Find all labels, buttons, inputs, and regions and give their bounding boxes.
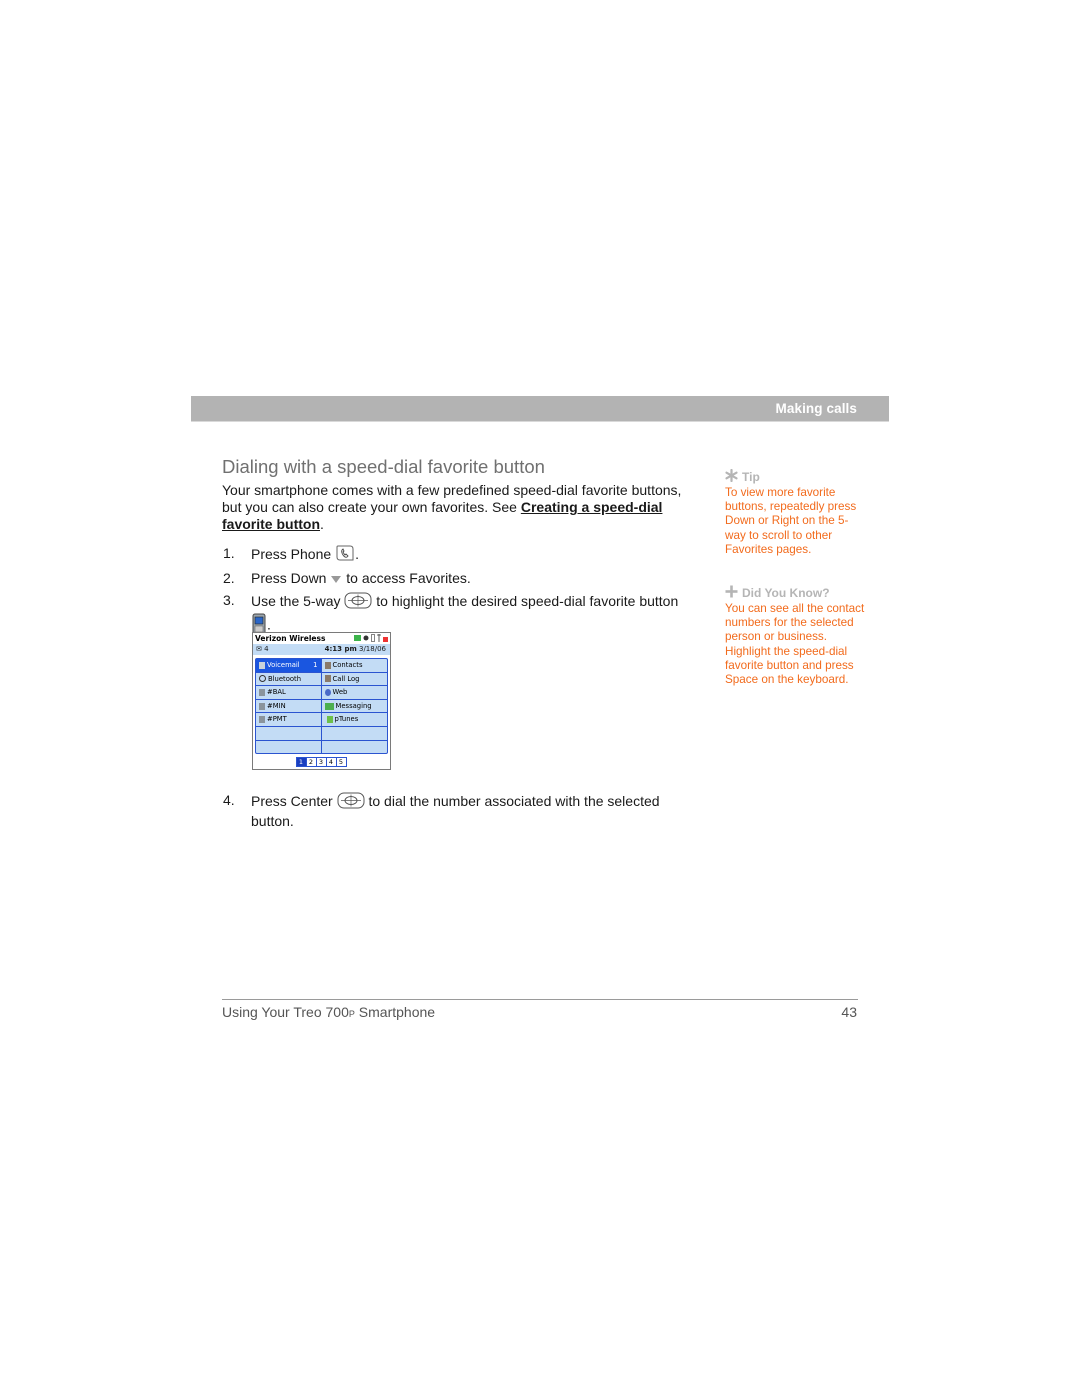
favorite-web[interactable]: Web [321, 686, 387, 700]
step-number: 3. [223, 591, 235, 608]
favorite-call-log[interactable]: Call Log [321, 673, 387, 687]
favorite-label: #PMT [267, 715, 287, 724]
did-you-know-body: You can see all the contact numbers for … [725, 602, 865, 687]
did-you-know-title-text: Did You Know? [742, 586, 830, 600]
step-number: 2. [223, 570, 235, 586]
favorite-voicemail[interactable]: Voicemail 1 [256, 659, 322, 673]
plus-icon [725, 585, 738, 601]
screen-date: 3/18/06 [359, 645, 386, 653]
contacts-icon [324, 661, 331, 669]
favorite-label: pTunes [334, 715, 359, 724]
tip-box: Tip To view more favorite buttons, repea… [725, 468, 865, 557]
tip-body: To view more favorite buttons, repeatedl… [725, 486, 857, 556]
favorite-pmt[interactable]: #PMT [256, 713, 322, 727]
page-tab[interactable]: 5 [335, 757, 347, 768]
step-2: 2. Press Down to access Favorites. [222, 570, 692, 588]
step-number: 1. [223, 545, 235, 561]
asterisk-icon [725, 468, 738, 485]
carrier-name: Verizon Wireless [255, 634, 326, 643]
favorite-empty[interactable] [256, 740, 322, 754]
section-title: Making calls [775, 401, 857, 416]
status-icons [354, 634, 388, 642]
signal-icon [377, 634, 381, 642]
web-icon [324, 688, 331, 696]
five-way-center-icon [337, 792, 365, 813]
call-log-icon [324, 675, 331, 683]
steps-list-continued: 4. Press Center to dial the number assoc… [222, 792, 702, 834]
phone-icon [259, 688, 265, 696]
intro-paragraph: Your smartphone comes with a few predefi… [222, 482, 692, 533]
favorite-ptunes[interactable]: pTunes [321, 713, 387, 727]
step-text: Press Phone [251, 546, 332, 563]
favorite-label: Voicemail [267, 661, 300, 669]
step-text-end: . [267, 616, 271, 633]
step-text: to highlight the desired speed-dial favo… [376, 593, 679, 609]
bluetooth-icon [259, 675, 266, 683]
favorites-screen-image: Verizon Wireless ✉ 4 4:13 pm 3/18/06 Voi… [252, 632, 391, 770]
favorites-page-tabs: 12345 [253, 757, 390, 768]
section-header-bar: Making calls [191, 396, 889, 422]
main-content: Dialing with a speed-dial favorite butto… [222, 455, 692, 643]
voicemail-badge: 1 [313, 661, 318, 669]
screen-title-bar: Verizon Wireless [253, 633, 390, 644]
bluetooth-status-icon [363, 635, 369, 641]
favorite-label: #MIN [267, 701, 286, 710]
favorite-label: Messaging [335, 701, 372, 710]
network-icon [354, 635, 361, 641]
step-text: Press Center [251, 793, 333, 810]
did-you-know-box: Did You Know? You can see all the contac… [725, 585, 865, 687]
footer-title-part: Using Your Treo 700 [222, 1004, 349, 1020]
steps-list: 1. Press Phone . 2. Press Down to access… [222, 545, 692, 639]
messaging-icon [324, 702, 334, 710]
screen-time: 4:13 pm [324, 645, 357, 653]
step-text: Use the 5-way [251, 593, 341, 609]
step-4: 4. Press Center to dial the number assoc… [222, 792, 702, 830]
battery-icon [371, 634, 375, 642]
ptunes-icon [326, 716, 333, 724]
favorite-label: #BAL [267, 688, 286, 697]
favorite-empty[interactable] [256, 726, 322, 741]
favorites-grid: Voicemail 1 Contacts Bluetooth Call Log #… [255, 658, 388, 755]
intro-end: . [320, 516, 324, 532]
favorite-bluetooth[interactable]: Bluetooth [256, 672, 322, 687]
step-text: Press Down [251, 570, 327, 586]
step-number: 4. [223, 792, 235, 808]
favorite-min[interactable]: #MIN [256, 699, 322, 714]
envelope-icon: ✉ [256, 645, 262, 653]
favorite-label: Call Log [332, 674, 360, 683]
down-arrow-icon [330, 571, 342, 588]
page-heading: Dialing with a speed-dial favorite butto… [222, 456, 545, 477]
favorite-bal[interactable]: #BAL [256, 686, 322, 700]
favorite-empty[interactable] [322, 741, 388, 754]
message-count: 4 [264, 645, 269, 653]
footer-book-title: Using Your Treo 700P Smartphone [222, 1004, 435, 1020]
five-way-navigator-icon [344, 592, 372, 613]
favorite-label: Web [332, 688, 348, 697]
did-you-know-title: Did You Know? [725, 585, 865, 601]
signal-strength-icon [383, 637, 388, 642]
tip-title: Tip [725, 468, 865, 485]
phone-icon [259, 702, 265, 710]
screen-info-bar: ✉ 4 4:13 pm 3/18/06 [253, 644, 390, 655]
step-text-end: to access Favorites. [346, 570, 471, 586]
footer-divider [222, 999, 858, 1000]
page-number: 43 [841, 1004, 857, 1020]
favorite-label: Contacts [332, 661, 363, 669]
favorite-contacts[interactable]: Contacts [321, 659, 387, 673]
favorite-label: Bluetooth [268, 674, 301, 683]
step-text-end: . [355, 546, 359, 563]
favorite-empty[interactable] [321, 727, 387, 741]
tip-title-text: Tip [742, 470, 760, 484]
footer-title-part: Smartphone [354, 1004, 436, 1020]
voicemail-icon [259, 661, 265, 669]
phone-icon [259, 716, 265, 724]
step-1: 1. Press Phone . [222, 545, 692, 566]
favorite-messaging[interactable]: Messaging [321, 700, 387, 714]
phone-key-icon [335, 545, 355, 566]
